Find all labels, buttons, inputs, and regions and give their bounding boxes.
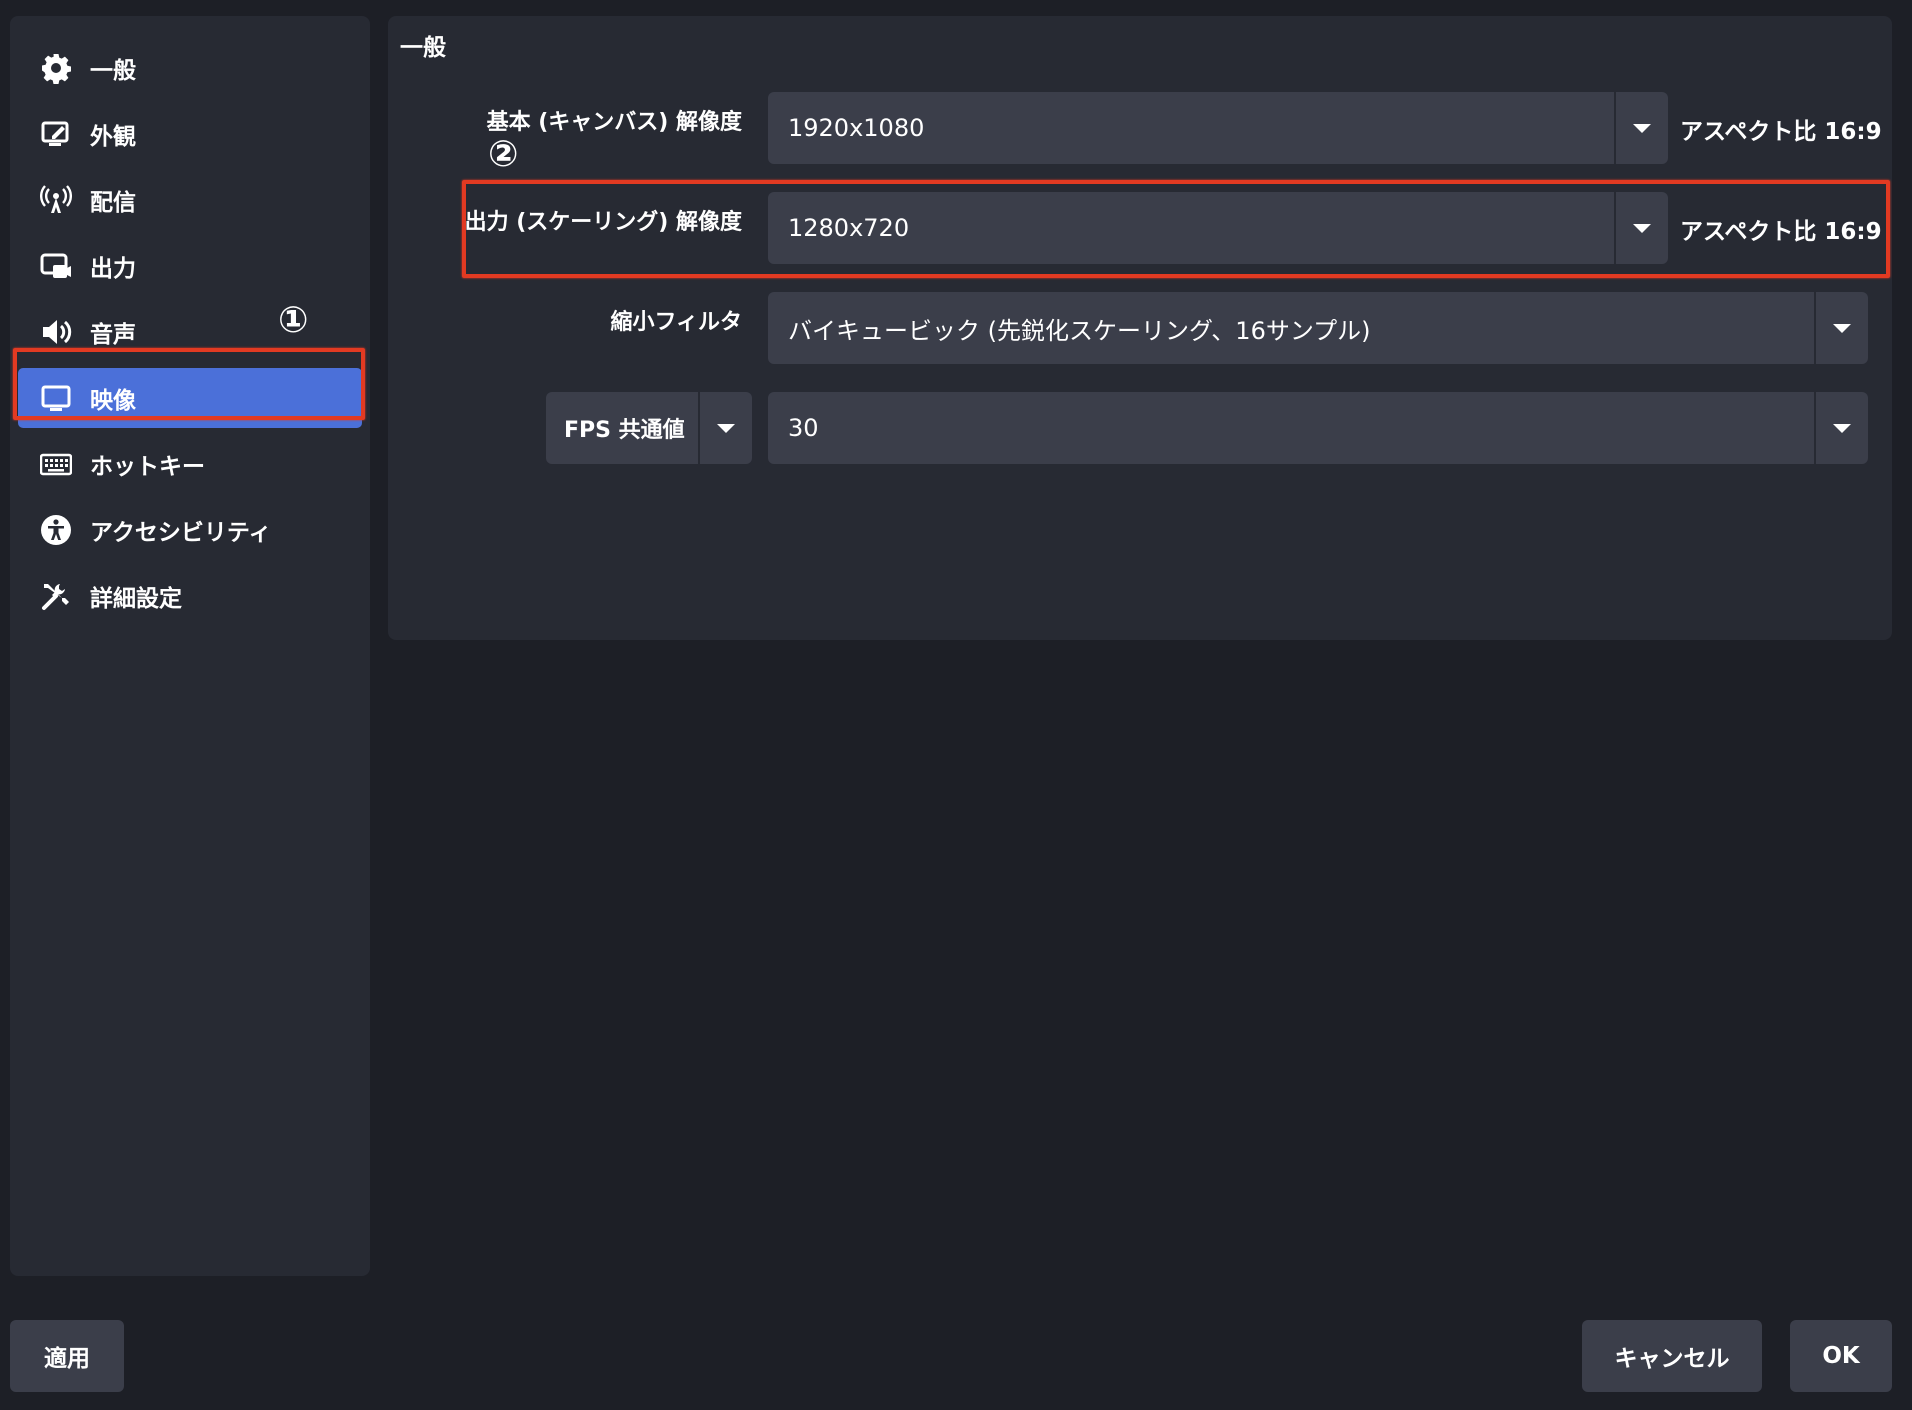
- base-resolution-dropdown-button[interactable]: [1614, 92, 1668, 164]
- section-title: 一般: [400, 35, 446, 61]
- accessibility-icon: [38, 512, 74, 548]
- fps-value-dropdown-button[interactable]: [1814, 392, 1868, 464]
- highlight-box-video: [13, 348, 365, 420]
- fps-value: 30: [788, 414, 819, 442]
- base-aspect-ratio: アスペクト比 16:9: [1680, 112, 1882, 146]
- broadcast-icon: [38, 182, 74, 218]
- sidebar-item-label: 外観: [90, 124, 136, 150]
- chevron-down-icon: [1633, 123, 1651, 133]
- output-icon: [38, 248, 74, 284]
- apply-button[interactable]: 適用: [10, 1320, 124, 1392]
- sidebar-item-stream[interactable]: 配信: [18, 170, 362, 230]
- fps-value-combo[interactable]: 30: [768, 392, 1868, 464]
- video-settings-panel: 一般 基本 (キャンバス) 解像度 1920x1080 アスペクト比 16:9 …: [388, 16, 1892, 640]
- aspect-prefix: アスペクト比: [1680, 119, 1817, 145]
- downscale-filter-dropdown-button[interactable]: [1814, 292, 1868, 364]
- speaker-icon: [38, 314, 74, 350]
- sidebar-item-label: 一般: [90, 58, 136, 84]
- chevron-down-icon: [1833, 423, 1851, 433]
- chevron-down-icon: [1833, 323, 1851, 333]
- fps-type-combo[interactable]: FPS 共通値: [546, 392, 752, 464]
- sidebar-item-label: 詳細設定: [90, 586, 182, 612]
- sidebar-item-advanced[interactable]: 詳細設定: [18, 566, 362, 626]
- fps-type-dropdown-button[interactable]: [698, 392, 752, 464]
- sidebar-item-label: 配信: [90, 190, 136, 216]
- sidebar-item-label: アクセシビリティ: [90, 520, 272, 546]
- sidebar-item-label: 出力: [90, 256, 136, 282]
- keyboard-icon: [38, 446, 74, 482]
- base-resolution-value: 1920x1080: [788, 114, 925, 142]
- sidebar-item-label: 音声: [90, 322, 136, 348]
- tools-icon: [38, 578, 74, 614]
- sidebar-item-general[interactable]: 一般: [18, 38, 362, 98]
- appearance-icon: [38, 116, 74, 152]
- highlight-box-output-resolution: [462, 180, 1890, 278]
- cancel-button[interactable]: キャンセル: [1582, 1320, 1762, 1392]
- chevron-down-icon: [717, 423, 735, 433]
- downscale-filter-value: バイキュービック (先鋭化スケーリング、16サンプル): [788, 316, 1371, 345]
- settings-window: 一般 外観 配信 出力 音声 映像 ホットキー アクセシビリティ 詳細設定 ① …: [0, 0, 1912, 1410]
- base-resolution-label: 基本 (キャンバス) 解像度: [486, 110, 742, 135]
- downscale-filter-label: 縮小フィルタ: [610, 310, 742, 335]
- fps-type-value: FPS 共通値: [564, 418, 685, 443]
- marker-1: ①: [278, 300, 309, 341]
- sidebar-item-accessibility[interactable]: アクセシビリティ: [18, 500, 362, 560]
- sidebar-item-output[interactable]: 出力: [18, 236, 362, 296]
- downscale-filter-combo[interactable]: バイキュービック (先鋭化スケーリング、16サンプル): [768, 292, 1868, 364]
- gear-icon: [38, 50, 74, 86]
- sidebar: 一般 外観 配信 出力 音声 映像 ホットキー アクセシビリティ 詳細設定: [10, 16, 370, 1276]
- base-resolution-combo[interactable]: 1920x1080: [768, 92, 1668, 164]
- sidebar-item-appearance[interactable]: 外観: [18, 104, 362, 164]
- marker-2: ②: [488, 134, 519, 175]
- sidebar-item-hotkeys[interactable]: ホットキー: [18, 434, 362, 494]
- ok-button[interactable]: OK: [1790, 1320, 1892, 1392]
- aspect-value: 16:9: [1824, 119, 1882, 145]
- sidebar-item-label: ホットキー: [90, 454, 205, 480]
